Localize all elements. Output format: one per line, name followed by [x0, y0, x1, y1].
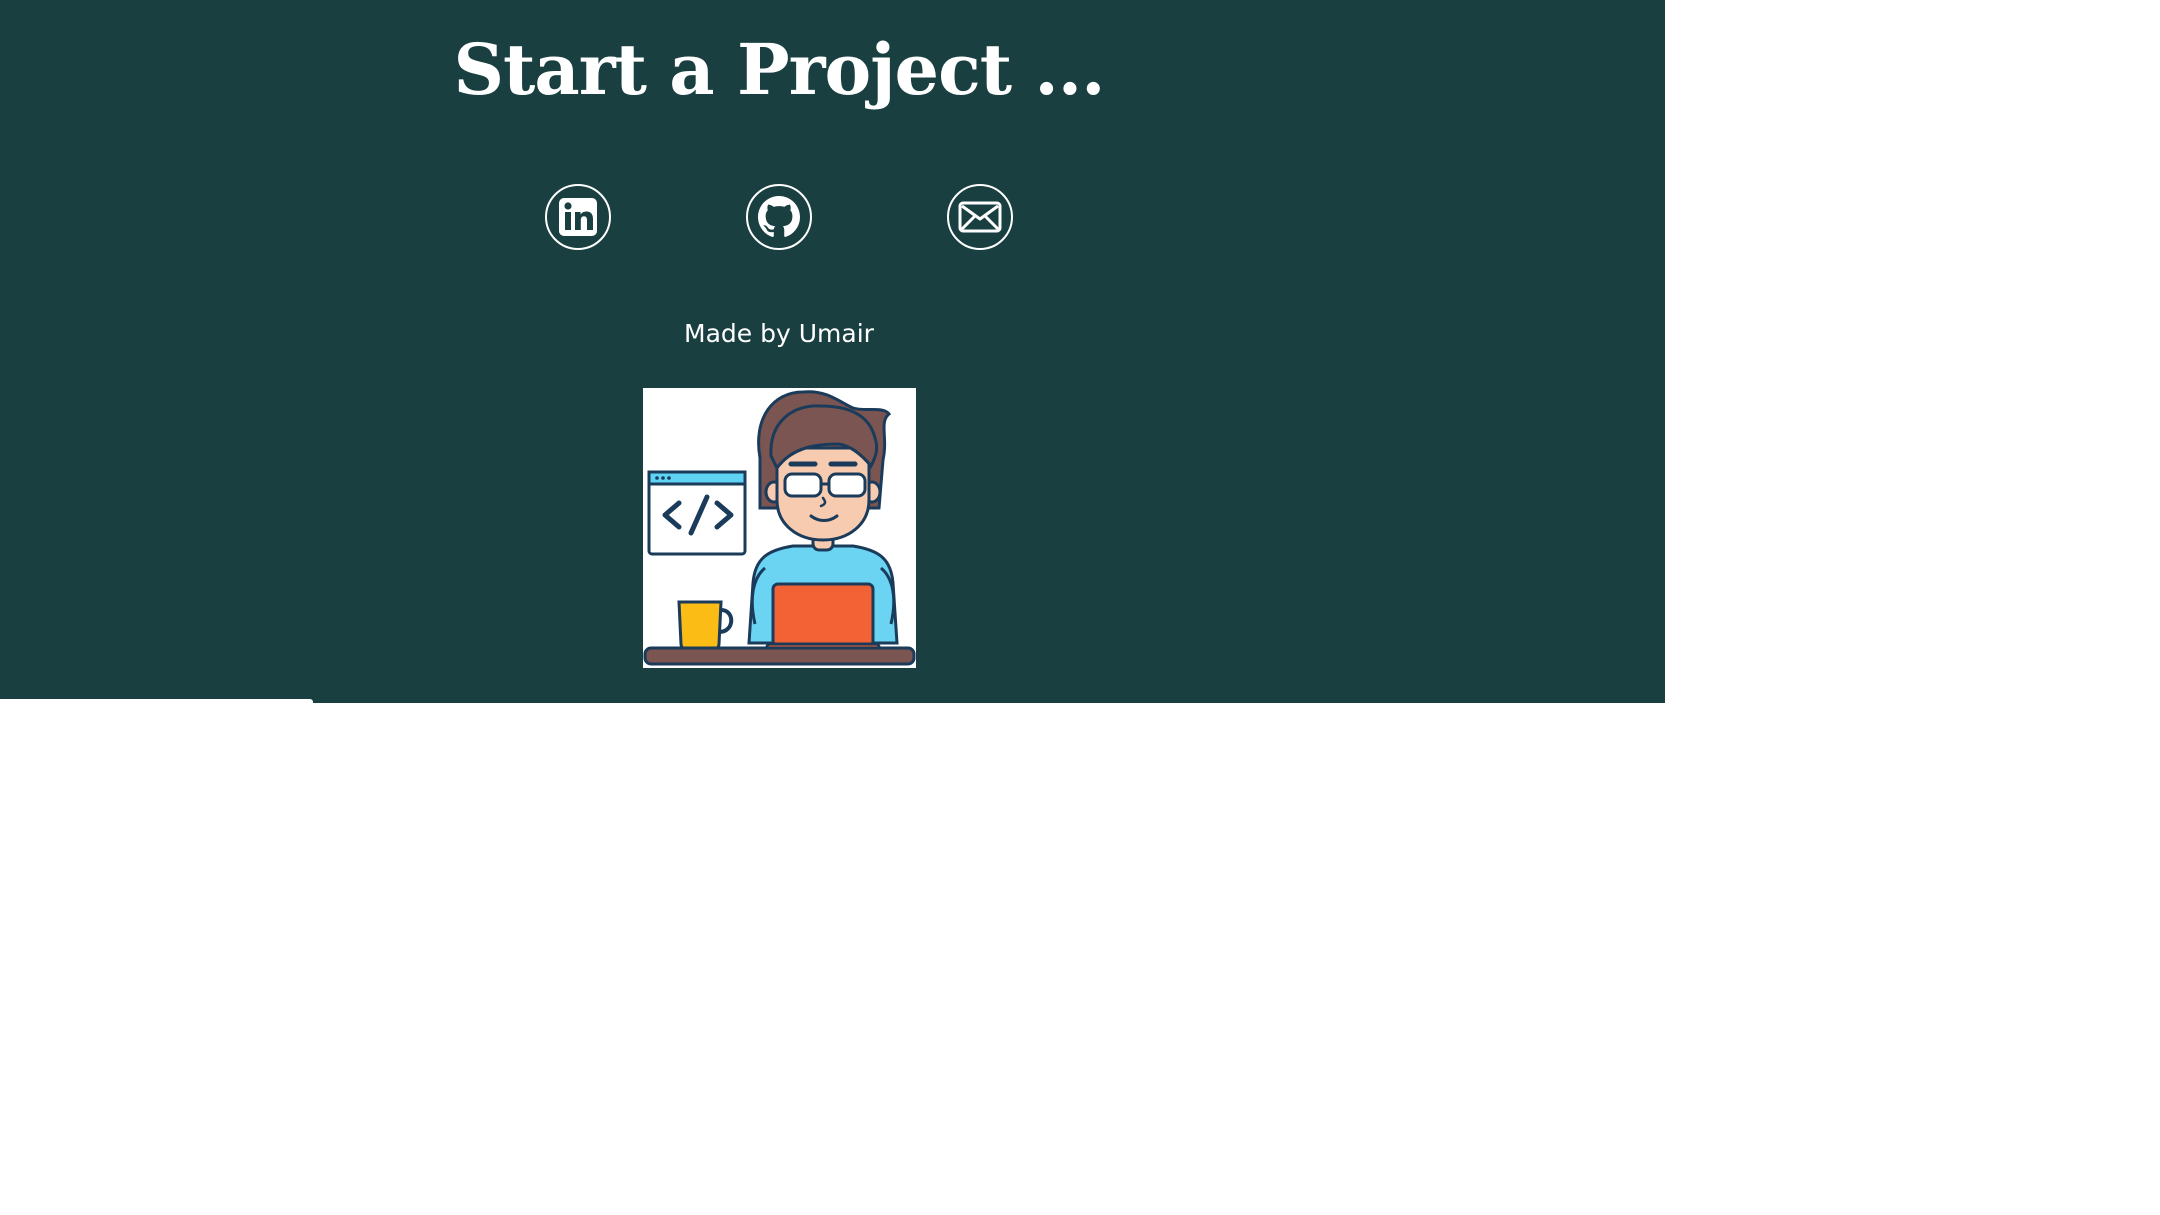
linkedin-icon — [557, 196, 599, 238]
footer-section: Start a Project ... Made by Umair — [0, 0, 1665, 703]
progress-divider — [0, 699, 313, 703]
developer-illustration — [643, 388, 916, 668]
github-link[interactable] — [746, 184, 812, 250]
email-link[interactable] — [947, 184, 1013, 250]
page-title: Start a Project ... — [453, 28, 1105, 111]
email-icon — [958, 200, 1002, 234]
linkedin-link[interactable] — [545, 184, 611, 250]
github-icon — [758, 196, 800, 238]
made-by-credit: Made by Umair — [684, 319, 874, 348]
